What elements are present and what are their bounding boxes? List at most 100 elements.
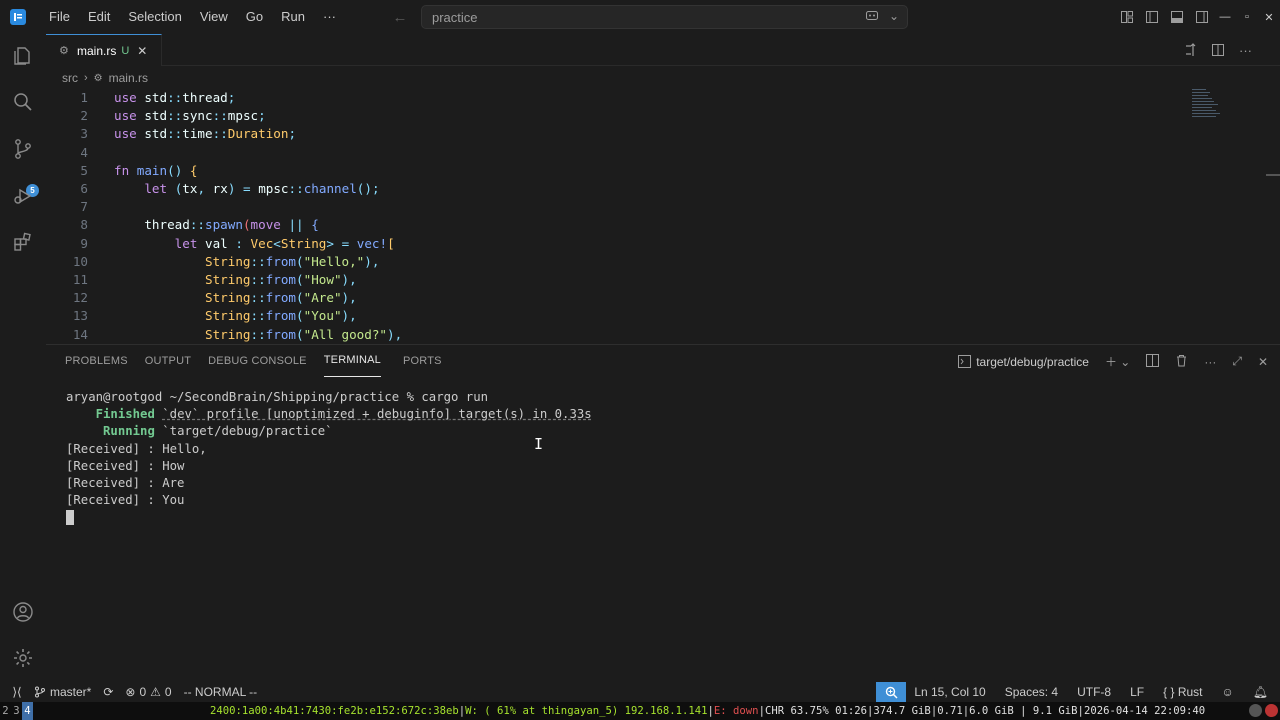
editor-area: ⚙ main.rs U ✕ ··· src › ⚙ main.rs 1 use … xyxy=(46,34,1280,344)
status-bar: ⟩⟨ master* ⟳ ⊗ 0 ⚠ 0 -- NORMAL -- Ln 15, C… xyxy=(0,682,1280,702)
editor-tab-bar: ⚙ main.rs U ✕ ··· xyxy=(46,34,1280,66)
breadcrumb-file[interactable]: main.rs xyxy=(109,71,148,85)
line-number: 11 xyxy=(72,272,88,287)
menu-go[interactable]: Go xyxy=(237,0,272,34)
notifications-bell-icon[interactable]: 🔔︎ xyxy=(1253,685,1268,699)
title-bar: File Edit Selection View Go Run ··· ← → … xyxy=(0,0,1280,34)
open-changes-icon[interactable] xyxy=(1183,43,1197,60)
tray-icon[interactable] xyxy=(1265,704,1278,717)
workspace-2[interactable]: 2 xyxy=(0,702,11,720)
tab-debug-console[interactable]: DEBUG CONSOLE xyxy=(208,345,324,377)
branch-name: master* xyxy=(50,685,92,699)
terminal-selector[interactable]: target/debug/practice xyxy=(958,355,1089,369)
search-icon[interactable] xyxy=(11,90,35,114)
account-icon[interactable] xyxy=(11,600,35,624)
menu-file[interactable]: File xyxy=(40,0,79,34)
cursor-position[interactable]: Ln 15, Col 10 xyxy=(914,685,985,699)
terminal-name: target/debug/practice xyxy=(976,354,1089,369)
status-bar-right: Ln 15, Col 10 Spaces: 4 UTF-8 LF { } Rus… xyxy=(876,682,1280,702)
menu-selection[interactable]: Selection xyxy=(119,0,190,34)
minimize-button[interactable]: — xyxy=(1214,11,1236,23)
line-number: 5 xyxy=(80,162,88,178)
branch-icon xyxy=(35,686,45,698)
terminal-cursor xyxy=(66,510,74,526)
line-number: 10 xyxy=(72,253,88,269)
encoding[interactable]: UTF-8 xyxy=(1077,685,1111,699)
split-terminal-icon[interactable] xyxy=(1146,353,1160,370)
command-center-search[interactable]: practice ⌄ xyxy=(421,5,908,29)
toggle-secondary-sidebar-icon[interactable] xyxy=(1189,10,1214,24)
menu-edit[interactable]: Edit xyxy=(79,0,119,34)
breadcrumb: src › ⚙ main.rs xyxy=(62,71,148,85)
menu-run[interactable]: Run xyxy=(272,0,314,34)
terminal-output-line: [Received] : Are xyxy=(66,475,185,490)
problems-indicator[interactable]: ⊗ 0 ⚠ 0 xyxy=(125,685,171,699)
maximize-panel-icon[interactable]: ⤢ xyxy=(1232,354,1242,369)
terminal-output-line: [Received] : How xyxy=(66,458,185,473)
toggle-sidebar-icon[interactable] xyxy=(1139,10,1164,24)
breadcrumb-src[interactable]: src xyxy=(62,71,78,85)
line-number: 14 xyxy=(72,326,88,342)
warning-count: 0 xyxy=(164,685,172,699)
run-debug-icon[interactable] xyxy=(11,184,35,208)
terminal-output-line: [Received] : Hello, xyxy=(66,441,207,456)
menu-view[interactable]: View xyxy=(191,0,237,34)
system-tray xyxy=(1249,704,1278,717)
tray-icon[interactable] xyxy=(1249,704,1262,717)
maximize-button[interactable]: ▫ xyxy=(1236,11,1258,23)
copilot-chat-icon[interactable] xyxy=(865,9,879,26)
bottom-panel: PROBLEMS OUTPUT DEBUG CONSOLE TERMINAL P… xyxy=(46,344,1280,682)
chevron-down-icon[interactable]: ⌄ xyxy=(889,9,899,26)
workspace-4[interactable]: 4 xyxy=(22,702,33,720)
layout-customize-icon[interactable] xyxy=(1114,10,1139,24)
warning-icon: ⚠ xyxy=(150,685,161,699)
prompt-user: aryan@rootgod xyxy=(66,390,163,404)
activity-bar: 5 xyxy=(0,34,46,682)
more-actions-icon[interactable]: ··· xyxy=(1239,43,1252,60)
language-mode[interactable]: { } Rust xyxy=(1163,685,1202,699)
remote-indicator-icon[interactable]: ⟩⟨ xyxy=(0,685,34,699)
source-control-icon[interactable] xyxy=(11,137,35,161)
tab-output[interactable]: OUTPUT xyxy=(145,345,208,377)
new-terminal-icon[interactable]: ＋ ⌄ xyxy=(1105,353,1130,370)
ethernet-status: E: down xyxy=(713,705,759,717)
battery-status: CHR 63.75% 01:26 xyxy=(764,705,868,717)
copilot-icon[interactable]: ☺ xyxy=(1222,685,1234,699)
end-of-line[interactable]: LF xyxy=(1130,685,1144,699)
explorer-icon[interactable] xyxy=(11,44,35,68)
extensions-icon[interactable] xyxy=(11,230,35,254)
line-number: 6 xyxy=(80,181,88,196)
tab-problems[interactable]: PROBLEMS xyxy=(65,345,145,377)
close-panel-icon[interactable]: ✕ xyxy=(1258,355,1268,369)
workspace-3[interactable]: 3 xyxy=(11,702,22,720)
close-icon[interactable]: ✕ xyxy=(137,44,147,58)
menu-more[interactable]: ··· xyxy=(314,0,345,34)
zoom-icon[interactable] xyxy=(876,682,907,702)
menu-bar: File Edit Selection View Go Run ··· xyxy=(40,0,345,34)
toggle-panel-icon[interactable] xyxy=(1164,10,1189,24)
line-number: 8 xyxy=(80,217,88,233)
finished-label: Finished xyxy=(95,407,155,422)
memory-usage: 6.0 GiB | 9.1 GiB xyxy=(969,705,1078,717)
terminal-running-line: Running `target/debug/practice` xyxy=(66,423,592,440)
tab-terminal[interactable]: TERMINAL xyxy=(323,345,381,377)
app-logo-icon xyxy=(10,9,26,25)
settings-gear-icon[interactable] xyxy=(11,646,35,670)
back-arrow-icon[interactable]: ← xyxy=(391,9,409,26)
trash-icon[interactable] xyxy=(1175,354,1188,370)
minimap[interactable] xyxy=(1192,89,1224,123)
scrollbar-marker[interactable] xyxy=(1266,174,1280,176)
close-window-button[interactable]: ✕ xyxy=(1258,11,1280,24)
untracked-badge: U xyxy=(121,44,130,57)
sync-icon[interactable]: ⟳ xyxy=(103,685,113,699)
tab-main-rs[interactable]: ⚙ main.rs U ✕ xyxy=(46,34,162,66)
terminal-output[interactable]: aryan@rootgod ~/SecondBrain/Shipping/pra… xyxy=(66,389,592,526)
indentation[interactable]: Spaces: 4 xyxy=(1005,685,1058,699)
more-actions-icon[interactable]: ··· xyxy=(1204,355,1216,369)
split-editor-icon[interactable] xyxy=(1211,43,1225,60)
text-cursor-icon: I xyxy=(534,435,544,453)
line-number: 13 xyxy=(72,308,88,324)
language-label: Rust xyxy=(1177,685,1203,699)
tab-ports[interactable]: PORTS xyxy=(403,345,459,377)
branch-indicator[interactable]: master* xyxy=(34,685,91,699)
